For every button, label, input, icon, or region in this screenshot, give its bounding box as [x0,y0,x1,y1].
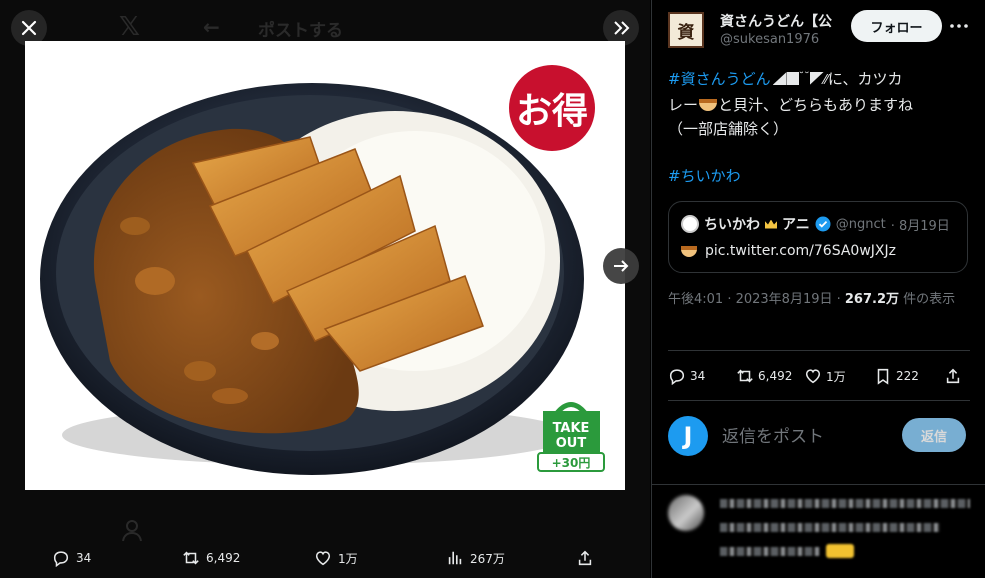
post-text-line2a: レー [668,96,699,114]
media-share-button[interactable] [576,540,594,576]
post-timestamp[interactable]: 午後4:01 · 2023年8月19日 · [668,292,845,307]
next-arrow-icon [614,260,629,272]
takeout-line1: TAKE [553,421,590,436]
blurred-emoji [826,544,854,558]
divider [668,400,970,401]
share-button[interactable] [944,362,962,390]
takeout-price: +30円 [552,456,591,470]
share-icon [578,550,592,566]
post-detail-panel: 資 資さんうどん【公 @sukesan1976 フォロー #資さんうどん ˘˘ ⁄⁄… [651,0,985,578]
media-viewer: 𝕏 ← ポストする お得 TAKE OUT +30円 34 6,492 1万 2… [0,0,650,578]
deal-badge-text: お得 [516,91,588,132]
reply-count: 34 [690,369,706,383]
reply-icon [53,551,69,567]
reply-submit-button[interactable]: 返信 [902,418,966,452]
quoted-post[interactable]: ちいかわ アニ @ngnct · 8月19日 pic.twitter.com/76… [668,201,968,273]
post-metadata: 午後4:01 · 2023年8月19日 · 267.2万 件の表示 [668,289,968,311]
reply-button[interactable]: 34 [668,362,705,390]
blurred-reply-item [652,484,985,578]
background-person-icon [122,520,142,542]
curry-emoji [681,245,697,257]
media-views-count: 267万 [470,551,505,566]
quoted-author-handle: @ngnct [835,216,886,232]
author-avatar-glyph: 資 [677,22,695,43]
quoted-author-name-b: アニ [782,217,810,233]
media-repost-button[interactable]: 6,492 [182,540,240,576]
kaomoji-emoji: ˘˘ ⁄⁄ [771,70,828,88]
curry-emoji [699,99,718,111]
bookmark-count: 222 [896,369,919,383]
current-user-avatar: J [668,416,708,456]
media-image: お得 TAKE OUT +30円 [25,41,625,490]
close-icon [21,20,37,36]
divider [668,350,970,351]
reply-icon [669,369,685,385]
post-views-label: 件の表示 [899,292,956,307]
expand-icon [614,21,630,35]
hashtag-sukesan[interactable]: #資さんうどん [668,70,771,88]
like-button[interactable]: 1万 [804,362,846,390]
verified-icon [815,216,831,232]
follow-button[interactable]: フォロー [851,10,942,42]
reply-input[interactable]: 返信をポスト [722,422,824,447]
more-icon [950,24,968,28]
media-reply-button[interactable]: 34 [52,540,91,576]
views-icon [448,551,462,565]
post-views-count: 267.2万 [844,292,900,307]
media-reply-count: 34 [76,551,92,565]
quoted-post-date: · 8月19日 [890,218,950,234]
like-count: 1万 [826,369,846,384]
post-text-line1: に、カツカ [827,70,903,88]
author-handle[interactable]: @sukesan1976 [720,32,819,47]
media-views-button[interactable]: 267万 [446,540,505,576]
media-repost-count: 6,492 [206,551,241,565]
katsu-curry-photo: お得 TAKE OUT +30円 [40,65,605,475]
repost-button[interactable]: 6,492 [736,362,792,390]
blurred-avatar [668,495,704,531]
background-page-title: ポストする [258,21,343,41]
takeout-line2: OUT [556,436,587,451]
crown-emoji [765,219,777,229]
share-icon [946,368,960,384]
more-options-button[interactable] [947,14,971,38]
like-icon [315,551,331,566]
media-like-count: 1万 [338,551,358,566]
quoted-author-name-a: ちいかわ [704,217,760,233]
repost-icon [183,551,199,565]
like-icon [805,369,821,384]
quoted-avatar [681,215,699,233]
bookmark-icon [877,368,889,385]
media-like-button[interactable]: 1万 [314,540,358,576]
author-avatar[interactable]: 資 [668,12,704,48]
hashtag-chiikawa[interactable]: #ちいかわ [668,165,741,186]
media-action-bar: 34 6,492 1万 267万 [0,540,650,576]
author-display-name[interactable]: 資さんうどん【公 [720,11,838,31]
repost-count: 6,492 [758,369,793,383]
bookmark-button[interactable]: 222 [874,362,919,390]
repost-icon [737,369,753,383]
quoted-post-link[interactable]: pic.twitter.com/76SA0wJXJz [705,243,896,259]
post-text-line3: （一部店舗除く） [668,120,789,138]
post-text: #資さんうどん ˘˘ ⁄⁄に、カツカ レー と貝汁、どちらもありますね （一部店舗除く… [668,65,973,141]
background-back-arrow-icon: ← [203,15,220,39]
post-actions: 34 6,492 1万 222 [668,362,968,390]
background-x-logo: 𝕏 [119,12,140,42]
next-image-button[interactable] [603,248,639,284]
post-text-line2b: と貝汁、どちらもありますね [718,96,914,114]
